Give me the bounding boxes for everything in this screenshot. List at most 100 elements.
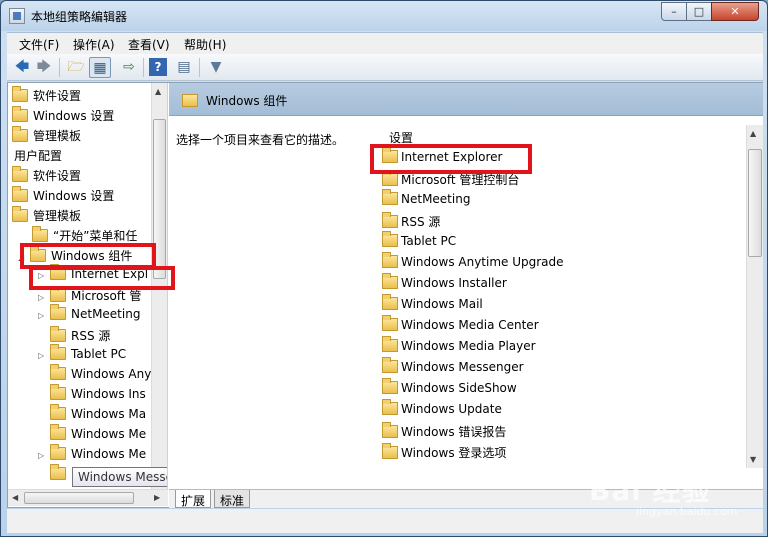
menu-bar: 文件(F) 操作(A) 查看(V) 帮助(H)	[7, 32, 763, 54]
folder-icon	[382, 189, 398, 205]
list-item[interactable]: Windows 错误报告	[382, 422, 506, 443]
scroll-down-icon[interactable]: ▼	[750, 455, 756, 464]
tree-item[interactable]: “开始”菜单和任	[32, 226, 137, 247]
list-item[interactable]: Windows Mail	[382, 294, 483, 317]
tree-item[interactable]: 管理模板	[12, 206, 81, 227]
expand-triangle-icon[interactable]: ◢	[18, 253, 28, 262]
close-button[interactable]: ✕	[711, 2, 759, 21]
folder-icon	[50, 444, 66, 460]
expand-arrow-icon[interactable]: ▷	[38, 451, 48, 460]
filter-icon[interactable]: ▼	[205, 57, 227, 78]
list-item[interactable]: Windows Anytime Upgrade	[382, 252, 564, 275]
tree-item[interactable]: 管理模板	[12, 126, 81, 147]
tree-item[interactable]: Windows 设置	[12, 186, 114, 207]
back-arrow-icon[interactable]: 🡄	[11, 57, 33, 78]
list-item[interactable]: Windows SideShow	[382, 378, 517, 401]
list-vertical-scrollbar[interactable]: ▲ ▼	[746, 125, 763, 468]
folder-icon	[382, 399, 398, 415]
tree-item[interactable]: Windows Ins	[50, 384, 146, 407]
details-title: Windows 组件	[206, 94, 288, 108]
list-item[interactable]: Microsoft 管理控制台	[382, 170, 519, 191]
list-item[interactable]: Windows Messenger	[382, 357, 524, 380]
tree-item-internet-explorer[interactable]: ▷ Internet Expl	[38, 264, 148, 287]
list-item[interactable]: Windows 登录选项	[382, 443, 506, 464]
expand-arrow-icon[interactable]: ▷	[38, 293, 48, 302]
help-icon[interactable]: ?	[149, 58, 167, 76]
main-area: 软件设置 Windows 设置 管理模板 用户配置 软件设置 Windows 设…	[7, 82, 763, 508]
tree-item[interactable]: ▷ NetMeeting	[38, 304, 140, 327]
menu-file[interactable]: 文件(F)	[19, 36, 59, 53]
folder-icon	[382, 252, 398, 268]
window-title: 本地组策略编辑器	[31, 10, 128, 24]
column-header-settings[interactable]: 设置	[389, 129, 413, 146]
folder-icon	[382, 294, 398, 310]
scroll-left-icon[interactable]: ◀	[12, 493, 18, 502]
expand-arrow-icon[interactable]: ▷	[38, 311, 48, 320]
tooltip: Windows Messenger	[72, 467, 167, 487]
list-item[interactable]: NetMeeting	[382, 189, 470, 212]
folder-icon	[382, 273, 398, 289]
list-item[interactable]: Windows Installer	[382, 273, 507, 296]
scroll-right-icon[interactable]: ▶	[154, 493, 160, 502]
folder-icon	[12, 206, 28, 222]
tree-horizontal-scrollbar[interactable]: ◀ ▶	[8, 489, 168, 506]
watermark-logo: Bai 经验	[589, 474, 711, 507]
toolbar: 🡄 🡆 🗁 ▦ ⇨ ? ▤ ▼	[7, 54, 763, 81]
list-item[interactable]: Windows Update	[382, 399, 502, 422]
maximize-button[interactable]: □	[686, 2, 712, 21]
folder-icon	[12, 166, 28, 182]
scroll-thumb[interactable]	[153, 119, 166, 279]
up-folder-icon[interactable]: 🗁	[65, 57, 87, 78]
scroll-up-icon[interactable]: ▲	[750, 129, 756, 138]
tree-item-windows-components[interactable]: ◢ Windows 组件	[18, 246, 132, 267]
folder-icon	[32, 226, 48, 242]
tab-standard[interactable]: 标准	[214, 490, 251, 508]
description-text: 选择一个项目来查看它的描述。	[176, 133, 345, 147]
list-item[interactable]: Tablet PC	[382, 231, 456, 254]
expand-arrow-icon[interactable]: ▷	[38, 351, 48, 360]
folder-icon	[50, 464, 66, 480]
minimize-button[interactable]: –	[661, 2, 687, 21]
title-bar[interactable]: 本地组策略编辑器 – □ ✕	[1, 1, 767, 31]
scroll-thumb[interactable]	[24, 492, 134, 504]
tree-item[interactable]	[50, 464, 71, 487]
tree-item[interactable]: Windows Ma	[50, 404, 146, 427]
tree-item[interactable]: Windows Me	[50, 424, 146, 447]
folder-icon	[50, 304, 66, 320]
details-header: Windows 组件	[169, 83, 763, 116]
tree-item[interactable]: 软件设置	[12, 166, 81, 187]
list-item[interactable]: Windows Media Player	[382, 336, 536, 359]
folder-icon	[50, 326, 66, 342]
tree-item[interactable]: Windows 设置	[12, 106, 114, 127]
tree-vertical-scrollbar[interactable]: ▲ ▼	[151, 83, 167, 489]
folder-icon	[50, 264, 66, 280]
tree-item[interactable]: 软件设置	[12, 86, 81, 107]
menu-action[interactable]: 操作(A)	[73, 36, 115, 53]
properties-icon[interactable]: ▤	[173, 57, 195, 78]
folder-icon	[12, 126, 28, 142]
menu-help[interactable]: 帮助(H)	[184, 36, 226, 53]
details-pane: Windows 组件 选择一个项目来查看它的描述。 设置 Internet Ex…	[169, 83, 763, 489]
tree-item-user-config[interactable]: 用户配置	[14, 147, 62, 167]
scroll-thumb[interactable]	[748, 149, 762, 257]
show-tree-icon[interactable]: ▦	[89, 57, 111, 78]
folder-icon	[50, 344, 66, 360]
list-item[interactable]: RSS 源	[382, 212, 440, 233]
export-list-icon[interactable]: ⇨	[118, 57, 140, 78]
tree-item[interactable]: Windows Any	[50, 364, 151, 387]
list-item[interactable]: Internet Explorer	[382, 147, 502, 170]
folder-icon	[382, 443, 398, 459]
folder-icon	[50, 384, 66, 400]
folder-icon	[382, 315, 398, 331]
scroll-up-icon[interactable]: ▲	[155, 87, 161, 96]
folder-icon	[382, 170, 398, 186]
menu-view[interactable]: 查看(V)	[128, 36, 170, 53]
folder-icon	[382, 231, 398, 247]
tree-item[interactable]: RSS 源	[50, 326, 110, 347]
folder-icon	[382, 378, 398, 394]
tab-extended[interactable]: 扩展	[175, 490, 212, 508]
expand-arrow-icon[interactable]: ▷	[38, 271, 48, 280]
list-item[interactable]: Windows Media Center	[382, 315, 539, 338]
settings-list: Internet Explorer Microsoft 管理控制台 NetMee…	[382, 146, 762, 468]
forward-arrow-icon[interactable]: 🡆	[33, 57, 55, 78]
